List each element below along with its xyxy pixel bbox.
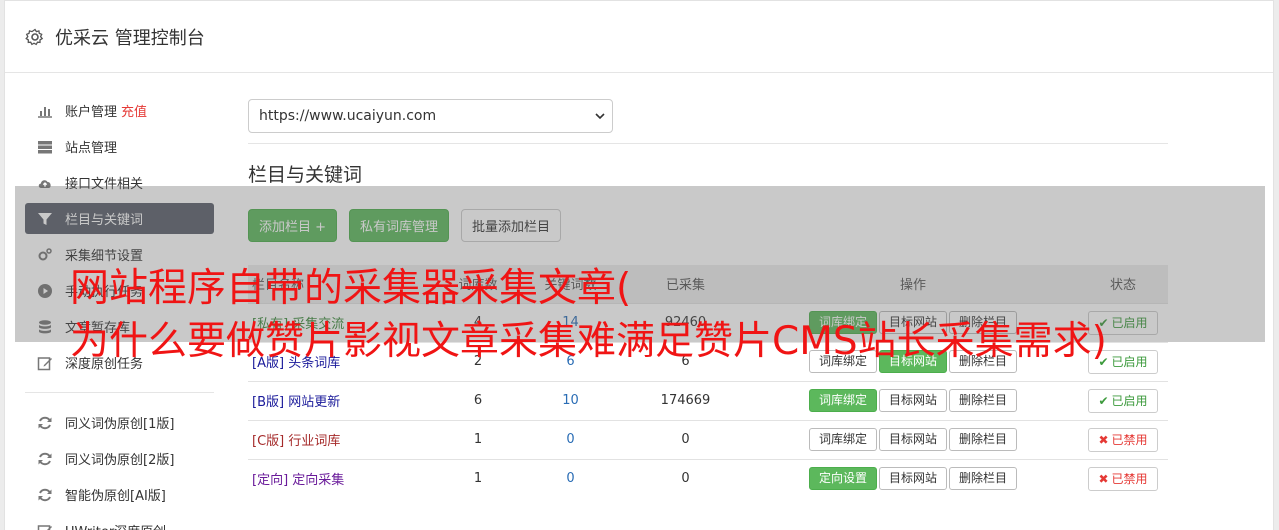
check-icon: ✔ [1098, 393, 1109, 408]
target-site-button[interactable]: 目标网站 [878, 389, 947, 412]
site-select[interactable]: https://www.ucaiyun.com [248, 99, 613, 133]
target-site-button[interactable]: 目标网站 [878, 467, 947, 491]
column-name[interactable]: 行业词库 [288, 434, 340, 449]
server-icon [38, 140, 52, 153]
bind-lib-button[interactable]: 定向设置 [808, 467, 877, 491]
edit-icon [37, 356, 52, 370]
actions-cell: 定向设置 目标网站 删除栏目 [748, 458, 1078, 498]
table-row: [定向] 定向采集 1 0 0 定向设置 目标网站 删除栏目 ✖ 已禁用 [248, 458, 1168, 498]
column-name[interactable]: 定向采集 [292, 473, 344, 488]
lib-count: 6 [438, 380, 518, 420]
status-badge[interactable]: ✖ 已禁用 [1088, 466, 1158, 491]
header: 优采云 管理控制台 [5, 1, 1273, 73]
sidebar-item-synonym-2[interactable]: 同义词伪原创[2版] [25, 443, 214, 474]
sidebar-item-label: 站点管理 [65, 141, 118, 156]
bar-chart-icon [38, 106, 52, 118]
sidebar-item-label: UWriter深度原创 [65, 521, 166, 530]
sidebar-item-sites[interactable]: 站点管理 [25, 131, 214, 162]
sidebar-item-account[interactable]: 账户管理 充值 [25, 95, 214, 126]
status-label: 已启用 [1111, 393, 1148, 408]
sidebar-item-label: 同义词伪原创[1版] [65, 417, 175, 432]
edit-icon [37, 524, 52, 530]
refresh-icon [38, 488, 52, 501]
overlay-line-1: 网站程序自带的采集器采集文章( [70, 266, 632, 311]
sidebar-item-uwriter[interactable]: UWriter深度原创 [25, 515, 214, 530]
column-tag: [定向] [252, 473, 289, 489]
collected-count: 174669 [623, 380, 748, 420]
section-title: 栏目与关键词 [248, 164, 363, 186]
column-name-cell: [B版] 网站更新 [248, 380, 438, 420]
recharge-link[interactable]: 充值 [121, 101, 147, 120]
status-label: 已禁用 [1111, 432, 1148, 447]
status-label: 已禁用 [1111, 471, 1148, 486]
column-tag: [C版] [252, 434, 285, 449]
delete-column-button[interactable]: 删除栏目 [949, 389, 1018, 412]
collected-count: 0 [623, 419, 748, 459]
x-icon: ✖ [1098, 471, 1109, 486]
keyword-count[interactable]: 0 [518, 419, 623, 459]
keyword-count[interactable]: 10 [518, 380, 623, 420]
column-tag: [B版] [252, 395, 285, 410]
keyword-count[interactable]: 0 [518, 458, 623, 498]
sidebar-item-label: 智能伪原创[AI版] [65, 489, 166, 504]
actions-cell: 词库绑定 目标网站 删除栏目 [748, 419, 1078, 459]
column-name[interactable]: 网站更新 [288, 395, 340, 410]
collected-count: 0 [623, 458, 748, 498]
column-name-cell: [定向] 定向采集 [248, 458, 438, 498]
bind-lib-button[interactable]: 词库绑定 [808, 389, 877, 412]
sidebar-item-label: 账户管理 [65, 105, 118, 120]
table-row: [C版] 行业词库 1 0 0 词库绑定 目标网站 删除栏目 ✖ 已禁用 [248, 419, 1168, 459]
status-cell: ✔ 已启用 [1078, 380, 1168, 420]
delete-column-button[interactable]: 删除栏目 [949, 428, 1018, 451]
overlay-caption: 网站程序自带的采集器采集文章( 为什么要做赞片影视文章采集难满足赞片CMS站长采… [70, 262, 1107, 368]
sidebar-item-ai-rewrite[interactable]: 智能伪原创[AI版] [25, 479, 214, 510]
sidebar-divider [25, 392, 214, 393]
sidebar-item-synonym-1[interactable]: 同义词伪原创[1版] [25, 407, 214, 438]
lib-count: 1 [438, 419, 518, 459]
refresh-icon [38, 452, 52, 465]
table-row: [B版] 网站更新 6 10 174669 词库绑定 目标网站 删除栏目 ✔ 已启用 [248, 380, 1168, 420]
status-badge[interactable]: ✔ 已启用 [1088, 388, 1158, 413]
bind-lib-button[interactable]: 词库绑定 [808, 428, 877, 451]
lib-count: 1 [438, 458, 518, 498]
site-select-value: https://www.ucaiyun.com [259, 108, 437, 124]
gear-icon [25, 28, 44, 45]
overlay-line-2: 为什么要做赞片影视文章采集难满足赞片CMS站长采集需求) [70, 319, 1107, 364]
refresh-icon [38, 416, 52, 429]
divider [248, 143, 1168, 144]
status-label: 已启用 [1111, 354, 1148, 369]
x-icon: ✖ [1098, 432, 1109, 447]
page-title: 优采云 管理控制台 [55, 27, 205, 49]
status-cell: ✖ 已禁用 [1078, 419, 1168, 459]
delete-column-button[interactable]: 删除栏目 [949, 467, 1018, 491]
target-site-button[interactable]: 目标网站 [878, 428, 947, 451]
status-cell: ✖ 已禁用 [1078, 458, 1168, 498]
status-badge[interactable]: ✖ 已禁用 [1088, 427, 1158, 452]
sidebar-item-label: 同义词伪原创[2版] [65, 453, 175, 468]
actions-cell: 词库绑定 目标网站 删除栏目 [748, 380, 1078, 420]
chevron-down-icon [595, 113, 605, 120]
column-name-cell: [C版] 行业词库 [248, 419, 438, 459]
